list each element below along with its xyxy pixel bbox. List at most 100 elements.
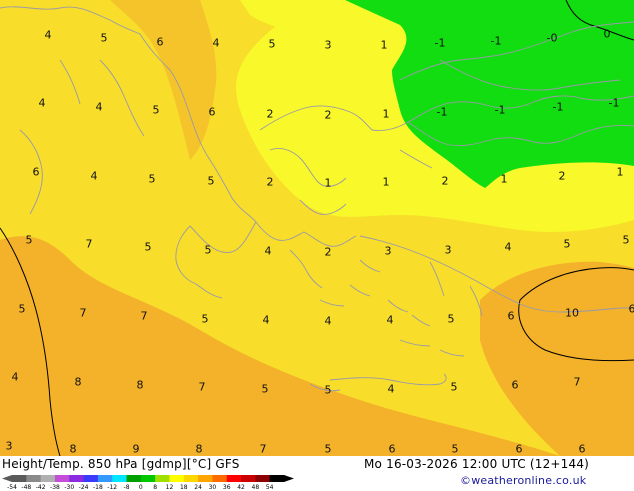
map-value-label: 2 <box>267 176 274 189</box>
map-value-label: 2 <box>325 109 332 122</box>
map-value-label: 7 <box>86 238 93 251</box>
map-value-label: 1 <box>381 39 388 52</box>
colorbar-segment <box>98 475 113 482</box>
map-value-label: 5 <box>205 244 212 257</box>
map-value-label: 6 <box>389 443 396 456</box>
map-value-label: 6 <box>512 379 519 392</box>
map-value-label: -1 <box>553 101 564 114</box>
map-value-label: 7 <box>80 307 87 320</box>
map-value-label: 5 <box>452 443 459 456</box>
map-value-label: 6 <box>516 443 523 456</box>
map-value-label: 8 <box>75 376 82 389</box>
map-value-label: -0 <box>547 32 558 45</box>
colorbar-segment <box>141 475 156 482</box>
colorbar-segment <box>12 475 27 482</box>
map-value-label: 5 <box>145 241 152 254</box>
map-value-label: 1 <box>383 108 390 121</box>
colorbar <box>2 472 294 484</box>
map-value-label: 9 <box>133 443 140 456</box>
map-value-label: 1 <box>501 173 508 186</box>
colorbar-segment <box>198 475 213 482</box>
colorbar-segment <box>155 475 170 482</box>
colorbar-segment <box>69 475 84 482</box>
map-value-label: 6 <box>629 303 634 316</box>
map-value-label: -1 <box>437 106 448 119</box>
map-value-label: 6 <box>508 310 515 323</box>
map-value-label: 8 <box>196 443 203 456</box>
colorbar-segment <box>241 475 256 482</box>
map-title: Height/Temp. 850 hPa [gdmp][°C] GFS <box>2 457 240 471</box>
map-value-label: 1 <box>383 176 390 189</box>
map-value-label: -1 <box>491 35 502 48</box>
map-value-label: 5 <box>451 381 458 394</box>
map-value-label: 4 <box>39 97 46 110</box>
map-value-label: 5 <box>26 234 33 247</box>
map-value-label: 3 <box>445 244 452 257</box>
map-value-label: 4 <box>505 241 512 254</box>
map-value-label: 4 <box>12 371 19 384</box>
map-value-label: 6 <box>157 36 164 49</box>
map-value-label: 6 <box>33 166 40 179</box>
map-value-label: 5 <box>269 38 276 51</box>
map-value-label: 3 <box>325 39 332 52</box>
valid-time: Mo 16-03-2026 12:00 UTC (12+144) <box>364 457 589 471</box>
colorbar-segment <box>255 475 270 482</box>
map-value-label: 5 <box>564 238 571 251</box>
map-value-label: 4 <box>265 245 272 258</box>
map-value-label: 5 <box>153 104 160 117</box>
colorbar-segment <box>112 475 127 482</box>
map-value-label: 5 <box>448 313 455 326</box>
map-value-label: 4 <box>91 170 98 183</box>
colorbar-segment <box>55 475 70 482</box>
colorbar-segment <box>84 475 99 482</box>
map-value-label: 10 <box>565 307 579 320</box>
map-value-label: 5 <box>325 384 332 397</box>
map-value-label: 5 <box>208 175 215 188</box>
map-value-label: 4 <box>96 101 103 114</box>
map-value-label: 0 <box>604 28 611 41</box>
colorbar-segment <box>212 475 227 482</box>
temperature-map: 4 5 6 4 5 3 1 -1 -1 -0 0 4 4 5 6 2 2 1 -1 -1 -1 -1 6 4 5 5 2 1 1 2 1 2 1… <box>0 0 634 456</box>
map-value-label: 1 <box>325 177 332 190</box>
map-value-label: 6 <box>579 443 586 456</box>
map-value-label: 8 <box>137 379 144 392</box>
colorbar-segment <box>270 475 285 482</box>
colorbar-segment <box>227 475 242 482</box>
map-value-label: 7 <box>260 443 267 456</box>
map-value-label: 2 <box>267 108 274 121</box>
colorbar-segment <box>127 475 142 482</box>
map-value-label: 2 <box>559 170 566 183</box>
map-value-label: 4 <box>325 315 332 328</box>
map-value-label: 5 <box>325 443 332 456</box>
map-value-label: 5 <box>262 383 269 396</box>
map-value-label: 4 <box>45 29 52 42</box>
colorbar-segment <box>184 475 199 482</box>
map-value-label: 4 <box>263 314 270 327</box>
map-value-label: 2 <box>325 246 332 259</box>
map-value-label: 1 <box>617 166 624 179</box>
colorbar-segment <box>26 475 41 482</box>
map-value-label: 4 <box>388 383 395 396</box>
map-value-label: 3 <box>385 245 392 258</box>
map-value-label: 5 <box>101 32 108 45</box>
map-value-label: 7 <box>141 310 148 323</box>
map-value-label: -1 <box>609 97 620 110</box>
map-value-label: 7 <box>574 376 581 389</box>
map-value-label: 6 <box>209 106 216 119</box>
colorbar-segment <box>169 475 184 482</box>
map-value-label: 2 <box>442 175 449 188</box>
map-value-label: 7 <box>199 381 206 394</box>
colorbar-left-arrow <box>2 475 12 482</box>
map-value-label: -1 <box>435 37 446 50</box>
map-value-label: 8 <box>70 443 77 456</box>
weather-map-screen: 4 5 6 4 5 3 1 -1 -1 -0 0 4 4 5 6 2 2 1 -1 -1 -1 -1 6 4 5 5 2 1 1 2 1 2 1… <box>0 0 634 490</box>
map-value-label: 3 <box>6 440 13 453</box>
colorbar-right-arrow <box>284 475 294 482</box>
map-footer: Height/Temp. 850 hPa [gdmp][°C] GFS Mo 1… <box>0 456 634 490</box>
map-value-label: 4 <box>387 314 394 327</box>
map-value-label: 5 <box>149 173 156 186</box>
map-value-label: -1 <box>495 104 506 117</box>
map-value-label: 5 <box>202 313 209 326</box>
map-value-label: 5 <box>19 303 26 316</box>
credit-link[interactable]: ©weatheronline.co.uk <box>460 474 586 487</box>
